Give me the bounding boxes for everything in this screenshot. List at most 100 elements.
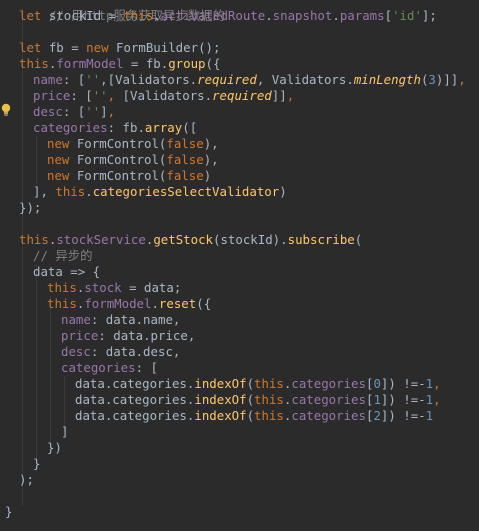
code-line: new FormControl(false), bbox=[47, 152, 219, 168]
indent-guide bbox=[50, 296, 51, 448]
property-key: name bbox=[61, 312, 91, 327]
function: subscribe bbox=[287, 232, 355, 247]
code-editor[interactable]: // 用http服务获取异步数据的 let stockId = this.act… bbox=[0, 0, 479, 531]
keyword: new bbox=[86, 40, 109, 55]
static-member: required bbox=[197, 72, 257, 87]
code-text: (stockId). bbox=[213, 232, 288, 247]
code-text: ); bbox=[19, 472, 34, 487]
code-text: ]; bbox=[421, 8, 437, 23]
keyword: this bbox=[19, 232, 49, 247]
code-text: ( bbox=[354, 232, 363, 247]
code-line: categories: [ bbox=[61, 360, 158, 376]
code-text: )]] bbox=[435, 72, 459, 87]
keyword: this bbox=[254, 408, 284, 423]
code-text: ( bbox=[246, 408, 255, 423]
code-text: ) bbox=[279, 184, 287, 199]
code-text: ( bbox=[246, 392, 255, 407]
code-text: fb = bbox=[41, 40, 87, 55]
indent-guide bbox=[22, 8, 23, 506]
code-text: data.categories. bbox=[75, 392, 195, 407]
keyword: this bbox=[123, 8, 154, 23]
code-text: ), bbox=[203, 136, 219, 151]
code-text: ] bbox=[100, 104, 108, 119]
keyword: false bbox=[166, 152, 204, 167]
static-member: minLength bbox=[353, 72, 421, 87]
field: categories bbox=[291, 408, 366, 423]
code-line: let fb = new FormBuilder(); bbox=[19, 40, 220, 56]
code-text: : [ bbox=[135, 360, 158, 375]
function: group bbox=[168, 56, 206, 71]
string: '' bbox=[85, 72, 101, 87]
code-text: } bbox=[33, 456, 41, 471]
code-text: ,[Validators. bbox=[100, 72, 198, 87]
code-text: data.categories. bbox=[75, 376, 195, 391]
number: 3 bbox=[428, 72, 436, 87]
code-line-comment: // 用http服务获取异步数据的 bbox=[19, 0, 225, 23]
code-line: }) bbox=[47, 440, 62, 456]
code-line: price: data.price, bbox=[61, 328, 195, 344]
code-text: }); bbox=[19, 200, 42, 215]
lightbulb-icon[interactable] bbox=[0, 103, 12, 117]
code-line: desc: data.desc, bbox=[61, 344, 180, 360]
indent-guide bbox=[36, 264, 37, 464]
keyword: this bbox=[254, 392, 284, 407]
code-text: stockId = bbox=[41, 8, 124, 23]
code-line: } bbox=[33, 456, 40, 472]
keyword: this bbox=[254, 376, 284, 391]
code-text: . bbox=[85, 184, 93, 199]
code-text: ), bbox=[203, 152, 219, 167]
code-text: . bbox=[265, 8, 273, 23]
code-text: : data.price, bbox=[98, 328, 196, 343]
code-text: FormControl( bbox=[69, 168, 167, 183]
code-line: ); bbox=[19, 472, 34, 488]
code-text: . bbox=[332, 8, 340, 23]
property-key: name bbox=[33, 72, 63, 87]
code-text: = fb. bbox=[123, 56, 169, 71]
code-line: desc: [''], bbox=[33, 104, 115, 120]
code-line: new FormControl(false) bbox=[47, 168, 211, 184]
code-text: : [ bbox=[62, 104, 86, 119]
code-line: this.formModel.reset({ bbox=[47, 296, 211, 312]
code-text: ) bbox=[203, 168, 212, 183]
function: array bbox=[144, 120, 183, 135]
code-text: data => { bbox=[33, 264, 101, 279]
code-text: ({ bbox=[205, 56, 221, 71]
code-text: : data.desc, bbox=[90, 344, 181, 359]
keyword: let bbox=[19, 40, 42, 55]
string: 'id' bbox=[392, 8, 422, 23]
static-member: required bbox=[212, 88, 272, 103]
code-text: ({ bbox=[196, 296, 212, 311]
code-line: } bbox=[5, 504, 12, 520]
code-text: ], bbox=[33, 184, 56, 199]
code-text: ] bbox=[61, 424, 69, 439]
code-text: . bbox=[153, 8, 161, 23]
field: categories bbox=[291, 376, 366, 391]
code-line: data.categories.indexOf(this.categories[… bbox=[75, 376, 441, 392]
code-text: [Validators. bbox=[115, 88, 213, 103]
keyword: false bbox=[166, 136, 204, 151]
code-line: ], this.categoriesSelectValidator) bbox=[33, 184, 287, 200]
property-key: desc bbox=[33, 104, 63, 119]
field: formModel bbox=[84, 296, 152, 311]
number: 1 bbox=[373, 392, 381, 407]
function: getStock bbox=[153, 232, 213, 247]
code-line: data.categories.indexOf(this.categories[… bbox=[75, 408, 433, 424]
code-line: ] bbox=[61, 424, 68, 440]
code-line: this.formModel = fb.group({ bbox=[19, 56, 220, 72]
code-text: . bbox=[151, 296, 159, 311]
punctuation: , bbox=[458, 72, 466, 87]
code-line: data.categories.indexOf(this.categories[… bbox=[75, 392, 441, 408]
property-key: categories bbox=[33, 120, 108, 135]
field: stockService bbox=[56, 232, 146, 247]
code-text: : [ bbox=[70, 88, 93, 103]
string: '' bbox=[92, 88, 108, 103]
punctuation: , bbox=[107, 104, 116, 119]
keyword: this bbox=[47, 280, 77, 295]
field: params bbox=[339, 8, 385, 23]
field: formModel bbox=[56, 56, 124, 71]
field: activatedRoute bbox=[160, 8, 266, 23]
punctuation: , bbox=[433, 392, 441, 407]
code-text: , Validators. bbox=[256, 72, 354, 87]
function: indexOf bbox=[194, 392, 247, 407]
property-key: price bbox=[61, 328, 99, 343]
